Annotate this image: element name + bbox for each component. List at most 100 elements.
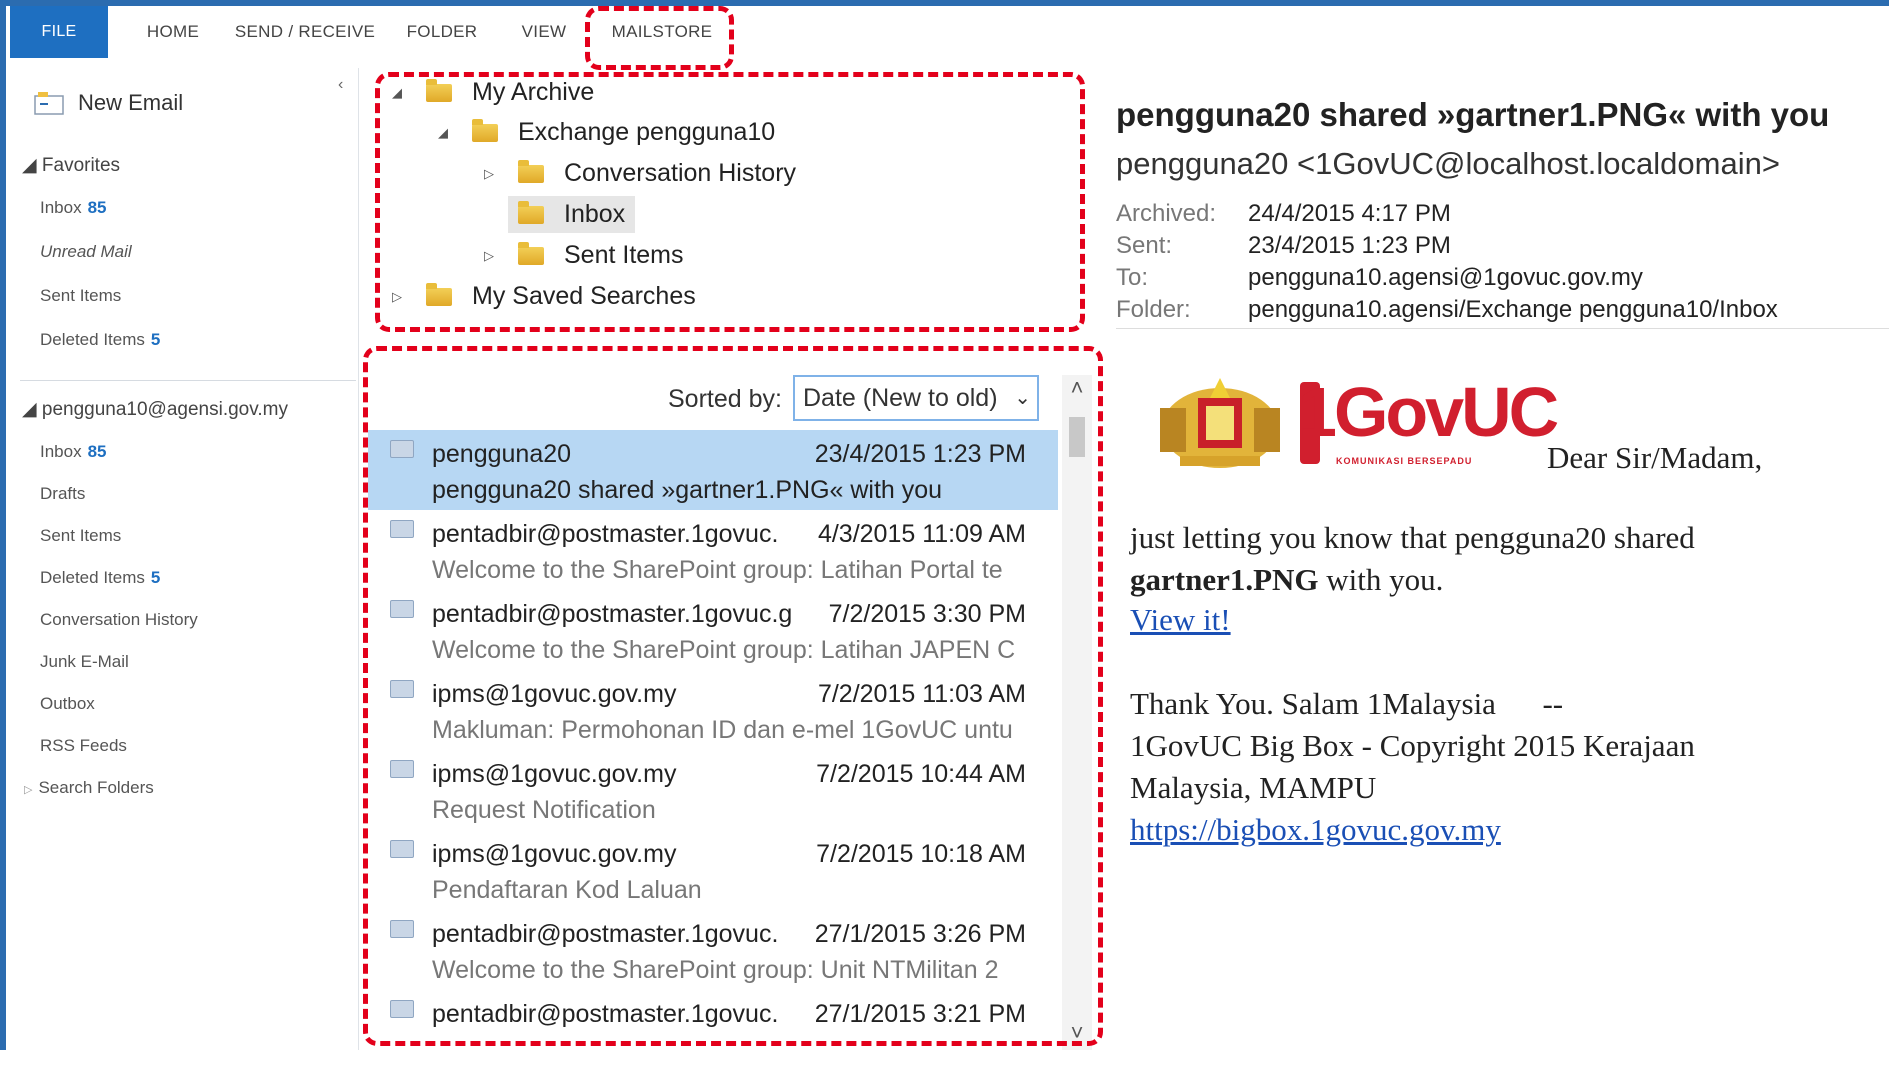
message-title: pengguna20 shared »gartner1.PNG« with yo… <box>1116 96 1830 133</box>
fav-sent-items[interactable]: Sent Items <box>40 286 121 306</box>
favorites-header[interactable]: ◢ Favorites <box>22 154 120 177</box>
tree-label: My Archive <box>472 78 595 106</box>
tree-conversation-history[interactable]: ▷ Conversation History <box>480 159 796 188</box>
message-sender: ipms@1govuc.gov.my <box>432 760 677 788</box>
message-date: 27/1/2015 3:26 PM <box>814 920 1026 948</box>
logo-digit: 1GovUC <box>1298 372 1559 452</box>
expand-icon[interactable]: ▷ <box>480 166 498 182</box>
folder-icon <box>472 118 498 142</box>
collapse-icon[interactable]: ◢ <box>434 125 452 141</box>
message-sender: pentadbir@postmaster.1govuc.g <box>432 600 793 628</box>
meta-value: pengguna10.agensi/Exchange pengguna10/In… <box>1248 296 1778 323</box>
acct-conversation-history[interactable]: Conversation History <box>40 610 198 630</box>
message-row[interactable]: pengguna20 23/4/2015 1:23 PM pengguna20 … <box>368 430 1058 510</box>
envelope-icon <box>390 1000 414 1018</box>
expand-icon[interactable]: ▷ <box>480 248 498 264</box>
message-row[interactable]: ipms@1govuc.gov.my 7/2/2015 10:44 AM Req… <box>368 750 1058 830</box>
scroll-thumb[interactable] <box>1069 417 1085 457</box>
account-header[interactable]: ◢ pengguna10@agensi.gov.my <box>22 398 288 421</box>
reading-pane: pengguna20 shared »gartner1.PNG« with yo… <box>1116 72 1889 1050</box>
acct-rss-feeds[interactable]: RSS Feeds <box>40 736 127 756</box>
logo-one: 1 <box>1298 373 1337 451</box>
envelope-icon <box>390 440 414 458</box>
folder-icon <box>426 282 452 306</box>
fav-inbox-label: Inbox <box>40 198 82 217</box>
message-row[interactable]: ipms@1govuc.gov.my 7/2/2015 11:03 AM Mak… <box>368 670 1058 750</box>
fav-inbox[interactable]: Inbox 85 <box>40 198 107 218</box>
folder-icon <box>518 159 544 183</box>
account-label: pengguna10@agensi.gov.my <box>41 399 288 420</box>
acct-deleted-items[interactable]: Deleted Items 5 <box>40 568 160 588</box>
tab-send-receive[interactable]: SEND / RECEIVE <box>232 6 378 58</box>
acct-inbox[interactable]: Inbox 85 <box>40 442 107 462</box>
message-row[interactable]: pentadbir@postmaster.1govuc. 27/1/2015 3… <box>368 990 1058 1070</box>
tab-view[interactable]: VIEW <box>506 6 582 58</box>
header-divider <box>1116 328 1889 329</box>
message-date: 27/1/2015 3:21 PM <box>814 1000 1026 1028</box>
list-scrollbar[interactable]: ˄ ˅ <box>1062 375 1092 1050</box>
tab-mailstore[interactable]: MAILSTORE <box>594 6 730 58</box>
shared-filename: gartner1.PNG <box>1130 562 1319 597</box>
thanks-line: Thank You. Salam 1Malaysia -- <box>1130 686 1564 721</box>
acct-search-folders[interactable]: ▷ Search Folders <box>24 778 154 798</box>
message-date: 4/3/2015 11:09 AM <box>817 520 1026 548</box>
view-it-link[interactable]: View it! <box>1130 602 1231 638</box>
message-subject: Welcome to the SharePoint group: Latihan… <box>432 556 1003 584</box>
message-row[interactable]: ipms@1govuc.gov.my 7/2/2015 10:18 AM Pen… <box>368 830 1058 910</box>
fav-deleted-label: Deleted Items <box>40 330 145 349</box>
acct-junk-email[interactable]: Junk E-Mail <box>40 652 129 672</box>
fav-unread-mail[interactable]: Unread Mail <box>40 242 132 262</box>
new-email-button[interactable]: New Email <box>34 90 183 116</box>
footer-line2: Malaysia, MAMPU <box>1130 770 1377 805</box>
body-line2: gartner1.PNG with you. <box>1130 562 1443 598</box>
archive-folder-tree: ◢ My Archive ◢ Exchange pengguna10 ▷ Conver… <box>370 72 1090 332</box>
envelope-icon <box>390 760 414 778</box>
meta-label: Sent: <box>1116 232 1173 259</box>
message-row[interactable]: pentadbir@postmaster.1govuc. 4/3/2015 11… <box>368 510 1058 590</box>
scroll-down-icon[interactable]: ˅ <box>1062 1020 1092 1050</box>
expand-icon[interactable]: ▷ <box>388 289 406 305</box>
message-sender: pengguna20 <box>432 440 572 468</box>
message-from: pengguna20 <1GovUC@localhost.localdomain… <box>1116 146 1780 181</box>
collapse-icon[interactable]: ◢ <box>388 85 406 101</box>
fav-deleted-items[interactable]: Deleted Items 5 <box>40 330 160 350</box>
tab-folder[interactable]: FOLDER <box>396 6 488 58</box>
collapse-pane-icon[interactable]: ‹ <box>338 76 343 94</box>
sort-dropdown[interactable]: Date (New to old) ⌄ <box>793 375 1039 421</box>
sort-label: Sorted by: <box>668 385 782 413</box>
acct-conv-label: Conversation History <box>40 610 198 629</box>
tree-saved-searches[interactable]: ▷ My Saved Searches <box>388 282 696 311</box>
message-row[interactable]: pentadbir@postmaster.1govuc. 27/1/2015 3… <box>368 910 1058 990</box>
acct-outbox[interactable]: Outbox <box>40 694 95 714</box>
fav-sent-label: Sent Items <box>40 286 122 305</box>
message-date: 23/4/2015 1:23 PM <box>814 440 1026 468</box>
meta-value: 24/4/2015 4:17 PM <box>1248 200 1451 227</box>
message-list: Sorted by: Date (New to old) ⌄ pengguna2… <box>368 345 1104 1050</box>
message-sender: pentadbir@postmaster.1govuc. <box>432 520 779 548</box>
tree-sent-items[interactable]: ▷ Sent Items <box>480 241 684 270</box>
acct-sent-items[interactable]: Sent Items <box>40 526 121 546</box>
tab-file[interactable]: FILE <box>10 6 108 58</box>
acct-inbox-label: Inbox <box>40 442 82 461</box>
message-date: 7/2/2015 10:44 AM <box>816 760 1026 788</box>
message-sender: ipms@1govuc.gov.my <box>432 840 677 868</box>
message-row[interactable]: pentadbir@postmaster.1govuc.g 7/2/2015 3… <box>368 590 1058 670</box>
meta-value: pengguna10.agensi@1govuc.gov.my <box>1248 264 1643 291</box>
folder-icon <box>518 200 544 224</box>
folder-icon <box>518 241 544 265</box>
tree-inbox[interactable]: Inbox <box>508 196 636 233</box>
tree-exchange-mailbox[interactable]: ◢ Exchange pengguna10 <box>434 118 775 147</box>
bigbox-url-link[interactable]: https://bigbox.1govuc.gov.my <box>1130 812 1501 848</box>
tree-my-archive[interactable]: ◢ My Archive <box>388 78 594 107</box>
message-subject: Request Notification <box>432 796 656 824</box>
favorites-label: Favorites <box>41 155 121 176</box>
message-date: 7/2/2015 11:03 AM <box>817 680 1026 708</box>
scroll-up-icon[interactable]: ˄ <box>1062 375 1092 405</box>
deleted-count: 5 <box>150 568 161 587</box>
acct-junk-label: Junk E-Mail <box>40 652 129 671</box>
tab-home[interactable]: HOME <box>114 6 232 58</box>
acct-sent-label: Sent Items <box>40 526 122 545</box>
acct-drafts[interactable]: Drafts <box>40 484 85 504</box>
meta-label: Folder: <box>1116 296 1191 323</box>
sort-bar: Sorted by: Date (New to old) ⌄ <box>368 345 1068 421</box>
